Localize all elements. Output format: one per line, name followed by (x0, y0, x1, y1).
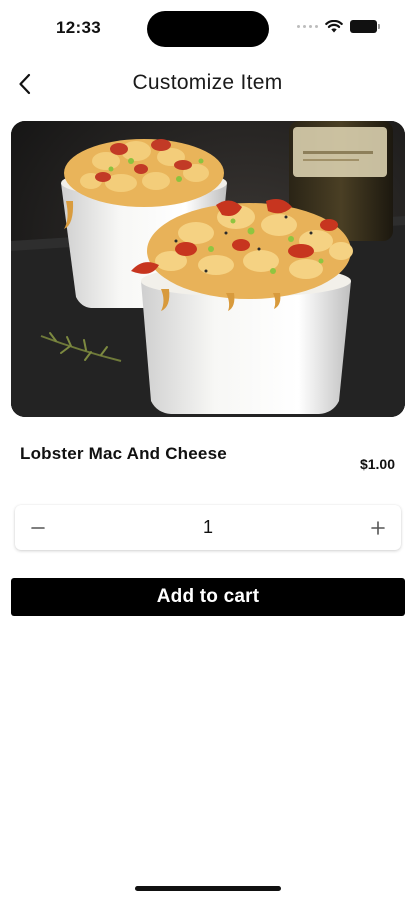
signal-dots-icon (297, 25, 318, 28)
increase-quantity-button[interactable] (355, 505, 401, 550)
plus-icon (371, 520, 385, 535)
status-bar: 12:33 (0, 0, 415, 56)
wifi-icon (325, 20, 343, 33)
page-title: Customize Item (132, 71, 283, 94)
battery-icon (350, 20, 380, 33)
minus-icon (31, 526, 45, 529)
add-to-cart-button[interactable]: Add to cart (11, 578, 405, 616)
decrease-quantity-button[interactable] (15, 505, 61, 550)
item-price: $1.00 (359, 456, 395, 472)
home-indicator[interactable] (135, 886, 281, 891)
food-photo (11, 121, 405, 417)
quantity-value: 1 (202, 517, 213, 537)
header: Customize Item (0, 62, 415, 108)
status-icons (297, 20, 380, 33)
dynamic-island (147, 11, 269, 47)
quantity-stepper: 1 (15, 505, 401, 550)
item-image (11, 121, 405, 417)
status-time: 12:33 (56, 18, 101, 37)
item-name: Lobster Mac And Cheese (20, 444, 227, 463)
